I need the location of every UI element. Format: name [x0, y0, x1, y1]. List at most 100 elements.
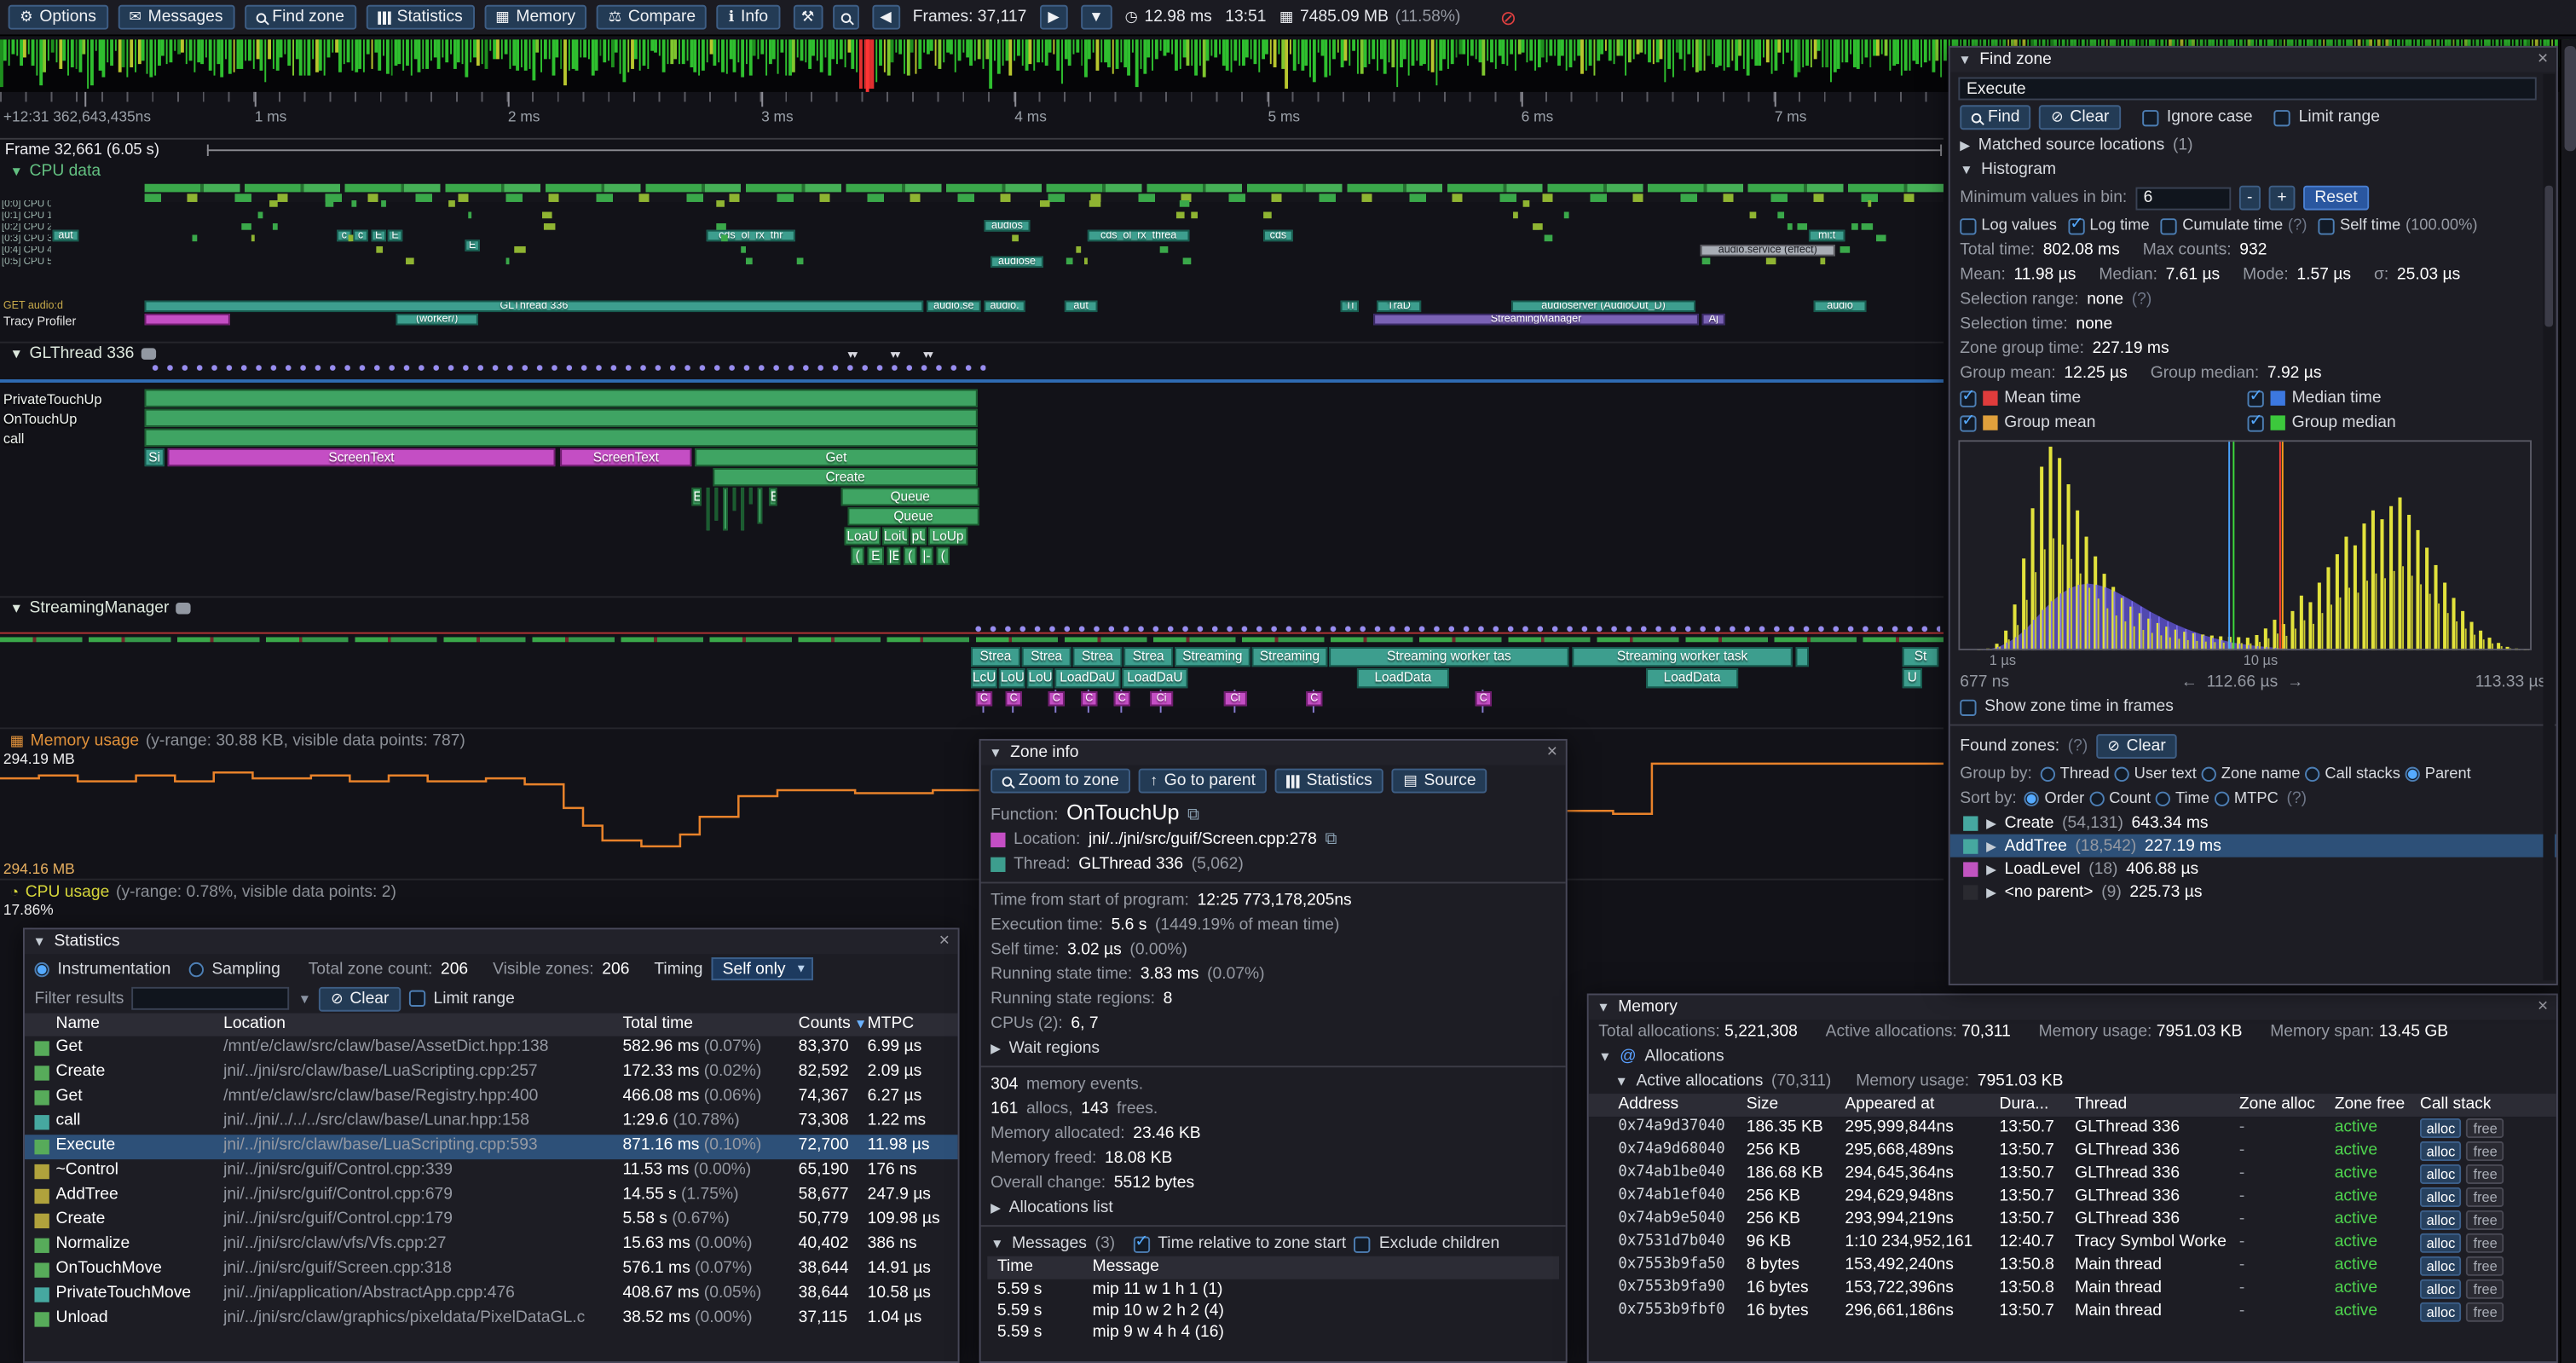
wait-regions-toggle[interactable]: ▶Wait regions: [981, 1037, 1566, 1061]
timeline-zone[interactable]: StreamingManager: [1373, 314, 1699, 325]
timeline-zone[interactable]: [749, 488, 753, 504]
sort-by-radio-time[interactable]: [2156, 792, 2170, 806]
toolbar-options-button[interactable]: ⚙Options: [9, 5, 108, 30]
timeline-zone[interactable]: pU: [910, 527, 927, 545]
timeline-zone[interactable]: U: [1903, 668, 1922, 688]
timeline-zone[interactable]: [733, 488, 736, 511]
ignore-case-checkbox[interactable]: [2142, 109, 2158, 125]
funnel-icon[interactable]: ▼: [298, 991, 311, 1006]
toolbar-find-zone-button[interactable]: Find zone: [245, 5, 356, 30]
histogram-toggle[interactable]: ▼Histogram: [1950, 158, 2556, 182]
group-by-radio-parent[interactable]: [2406, 767, 2420, 782]
stats-row[interactable]: Get/mnt/e/claw/src/claw/base/AssetDict.h…: [25, 1037, 958, 1061]
timeline-zone[interactable]: [145, 409, 978, 427]
timeline-zone[interactable]: LoU: [999, 668, 1025, 688]
timeline-zone[interactable]: Create: [713, 468, 977, 486]
stats-row[interactable]: Normalizejni/../jni/src/claw/vfs/Vfs.cpp…: [25, 1233, 958, 1258]
expand-icon[interactable]: ▶: [1986, 816, 1996, 830]
decrease-button[interactable]: -: [2238, 186, 2261, 211]
stats-row[interactable]: calljni/../jni/../../../src/claw/base/Lu…: [25, 1110, 958, 1135]
message-row[interactable]: 5.59 smip 11 w 1 h 1 (1): [987, 1279, 1559, 1301]
timeline-zone[interactable]: LoU: [1027, 668, 1054, 688]
group-by-radio-zone-name[interactable]: [2202, 767, 2216, 782]
time-relative-checkbox[interactable]: [1133, 1236, 1149, 1252]
zoom-to-zone-button[interactable]: Zoom to zone: [991, 769, 1130, 794]
clear-button[interactable]: ⊘Clear: [2040, 105, 2121, 130]
timeline-zone[interactable]: Streaming worker tas: [1329, 647, 1568, 667]
memory-row[interactable]: 0x74a9d68040256 KB295,668,489ns13:50.7GL…: [1589, 1140, 2556, 1163]
callstack-alloc-button[interactable]: alloc: [2420, 1256, 2462, 1276]
stats-row[interactable]: Unloadjni/../jni/src/claw/graphics/pixel…: [25, 1307, 958, 1331]
location-value[interactable]: jni/../jni/src/guif/Screen.cpp:278: [1089, 831, 1317, 849]
copy-icon[interactable]: ⧉: [1325, 831, 1337, 849]
timeline-zone[interactable]: cds_ol_rx_thr: [707, 230, 795, 241]
timeline-zone[interactable]: LcU: [971, 668, 997, 688]
callstack-alloc-button[interactable]: alloc: [2420, 1118, 2462, 1138]
timeline-zone[interactable]: C: [1476, 691, 1492, 706]
timeline-zone[interactable]: LoUp: [928, 527, 967, 545]
close-icon[interactable]: ×: [2538, 51, 2548, 69]
go-to-parent-button[interactable]: ↑Go to parent: [1139, 769, 1268, 794]
timeline-zone[interactable]: C: [1006, 691, 1022, 706]
sort-by-radio-order[interactable]: [2024, 792, 2039, 806]
callstack-alloc-button[interactable]: alloc: [2420, 1302, 2462, 1322]
timeline-zone[interactable]: ScreenText: [560, 448, 691, 466]
timeline-zone[interactable]: c: [353, 230, 367, 241]
stats-row[interactable]: AddTreejni/../jni/src/guif/Control.cpp:6…: [25, 1184, 958, 1209]
stats-row[interactable]: OnTouchMovejni/../jni/src/guif/Screen.cp…: [25, 1258, 958, 1283]
toolbar-compare-button[interactable]: ⚖Compare: [597, 5, 708, 30]
instrumentation-radio[interactable]: [34, 962, 49, 976]
source-button[interactable]: ▤Source: [1392, 769, 1487, 794]
callstack-alloc-button[interactable]: alloc: [2420, 1279, 2462, 1299]
callstack-alloc-button[interactable]: alloc: [2420, 1233, 2462, 1253]
legend-checkbox[interactable]: [1960, 414, 1976, 430]
legend-checkbox[interactable]: [2248, 414, 2264, 430]
collapse-icon[interactable]: ▼: [10, 601, 23, 615]
timeline-zone[interactable]: Strea: [1123, 647, 1173, 667]
collapse-icon[interactable]: ▼: [1958, 53, 1971, 67]
timeline-zone[interactable]: C: [1114, 691, 1130, 706]
frame-set-button[interactable]: ▼: [1081, 5, 1112, 30]
message-dots-row[interactable]: [967, 619, 1940, 632]
callstack-free-button[interactable]: free: [2467, 1141, 2504, 1161]
timeline-zone[interactable]: (: [937, 547, 950, 565]
find-zone-histogram-svg[interactable]: [1958, 440, 2532, 650]
allocations-list-toggle[interactable]: ▶Allocations list: [981, 1195, 1566, 1220]
cpu-usage-header[interactable]: ◔CPU usage(y-range: 0.78%, visible data …: [10, 883, 396, 901]
collapse-icon[interactable]: ▼: [10, 346, 23, 361]
timeline-zone[interactable]: C: [976, 691, 992, 706]
collapse-icon[interactable]: ▼: [991, 1237, 1003, 1251]
column-header-counts[interactable]: Counts ▼: [799, 1015, 868, 1033]
expand-icon[interactable]: ▶: [1986, 861, 1996, 875]
timeline-zone[interactable]: E: [769, 488, 777, 505]
timeline-zone[interactable]: LoadDaU: [1122, 668, 1187, 688]
thread-value[interactable]: GLThread 336: [1078, 856, 1183, 874]
statistics-titlebar[interactable]: ▼ Statistics ×: [25, 929, 958, 954]
callstack-free-button[interactable]: free: [2467, 1187, 2504, 1207]
scrollbar-handle[interactable]: [2544, 186, 2553, 327]
legend-checkbox[interactable]: [1960, 390, 1976, 407]
timeline-zone[interactable]: [145, 314, 230, 325]
callstack-alloc-button[interactable]: alloc: [2420, 1210, 2462, 1230]
timeline-zone[interactable]: [145, 429, 978, 447]
stats-row[interactable]: PrivateTouchMovejni/../jni/application/A…: [25, 1283, 958, 1308]
histogram-plot[interactable]: [1958, 440, 2548, 650]
min-bin-input[interactable]: [2135, 187, 2231, 210]
memory-row[interactable]: 0x7553b9fa508 bytes153,492,240ns13:50.8M…: [1589, 1255, 2556, 1278]
found-zone-row[interactable]: ▶<no parent>(9)225.73 µs: [1950, 881, 2556, 904]
toolbar-mag-button[interactable]: [832, 5, 858, 30]
timeline-zone[interactable]: Queue: [847, 507, 979, 525]
timeline-zone[interactable]: [741, 488, 744, 530]
toolbar-info-button[interactable]: ℹInfo: [717, 5, 779, 30]
timeline-zone[interactable]: aut: [53, 230, 79, 241]
message-row[interactable]: 5.59 smip 10 w 2 h 2 (4): [987, 1301, 1559, 1322]
timeline-zone[interactable]: audioserver (AudioOut_D): [1511, 301, 1695, 312]
scrollbar[interactable]: [2560, 39, 2576, 1363]
callstack-free-button[interactable]: free: [2467, 1302, 2504, 1322]
timeline-zone[interactable]: cds: [1263, 230, 1293, 241]
timeline-zone[interactable]: audio.: [984, 301, 1025, 312]
expand-icon[interactable]: ▶: [991, 1041, 1001, 1055]
timeline-zone[interactable]: audio.se: [927, 301, 981, 312]
timeline-zone[interactable]: E: [465, 240, 479, 251]
column-header-thread[interactable]: Thread: [2075, 1095, 2127, 1113]
